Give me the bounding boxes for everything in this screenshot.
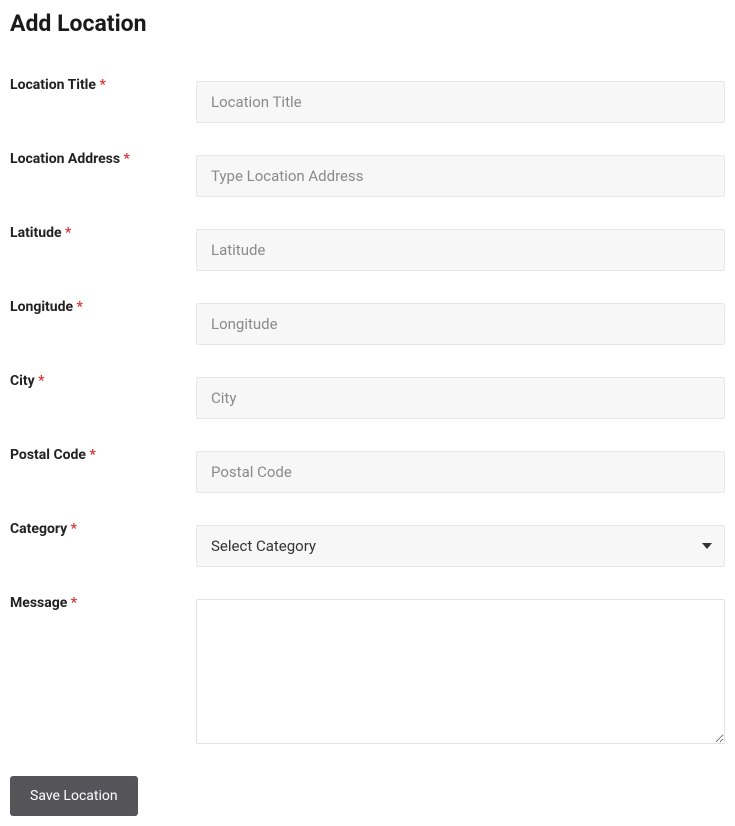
field-wrapper: Select Category [196,521,725,567]
label-city: City * [10,373,196,389]
row-message: Message * [10,595,725,748]
required-marker: * [65,225,71,241]
add-location-form: Location Title * Location Address * Lati… [10,77,725,816]
field-wrapper [196,151,725,197]
row-latitude: Latitude * [10,225,725,271]
row-location-address: Location Address * [10,151,725,197]
postal-code-input[interactable] [196,451,725,493]
field-wrapper [196,447,725,493]
label-text: Location Title [10,77,96,93]
location-address-input[interactable] [196,155,725,197]
required-marker: * [124,151,130,167]
city-input[interactable] [196,377,725,419]
required-marker: * [99,77,105,93]
label-location-address: Location Address * [10,151,196,167]
label-text: Category [10,521,67,537]
row-location-title: Location Title * [10,77,725,123]
message-textarea[interactable] [196,599,725,744]
label-text: Longitude [10,299,73,315]
required-marker: * [77,299,83,315]
required-marker: * [71,521,77,537]
submit-row: Save Location [10,776,725,816]
required-marker: * [71,595,77,611]
field-wrapper [196,595,725,748]
label-location-title: Location Title * [10,77,196,93]
field-wrapper [196,299,725,345]
label-text: Postal Code [10,447,86,463]
label-text: City [10,373,35,389]
required-marker: * [38,373,44,389]
row-longitude: Longitude * [10,299,725,345]
latitude-input[interactable] [196,229,725,271]
location-title-input[interactable] [196,81,725,123]
label-category: Category * [10,521,196,537]
row-city: City * [10,373,725,419]
label-message: Message * [10,595,196,611]
field-wrapper [196,373,725,419]
field-wrapper [196,77,725,123]
required-marker: * [89,447,95,463]
label-text: Location Address [10,151,120,167]
row-category: Category * Select Category [10,521,725,567]
label-longitude: Longitude * [10,299,196,315]
label-latitude: Latitude * [10,225,196,241]
label-postal-code: Postal Code * [10,447,196,463]
label-text: Message [10,595,67,611]
save-location-button[interactable]: Save Location [10,776,138,816]
label-text: Latitude [10,225,62,241]
category-select[interactable]: Select Category [196,525,725,567]
row-postal-code: Postal Code * [10,447,725,493]
longitude-input[interactable] [196,303,725,345]
page-title: Add Location [10,10,725,37]
field-wrapper [196,225,725,271]
